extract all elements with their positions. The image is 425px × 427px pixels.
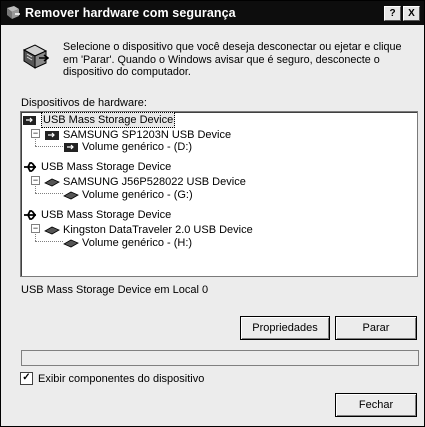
removable-drive-icon [63,239,79,248]
title-bar[interactable]: Remover hardware com segurança ? X [1,1,424,25]
tree-item-usb-device-2[interactable]: USB Mass Storage Device [22,160,171,174]
tree-item-usb-device-3[interactable]: USB Mass Storage Device [22,208,171,222]
collapse-icon[interactable]: − [31,176,40,185]
show-components-label: Exibir componentes do dispositivo [38,372,205,385]
collapse-icon[interactable]: − [31,224,40,233]
usb-icon [24,210,37,220]
hardware-devices-label: Dispositivos de hardware: [21,97,147,109]
window-title: Remover hardware com segurança [25,6,236,20]
usb-icon [24,162,37,172]
selected-device-status: USB Mass Storage Device em Local 0 [21,284,209,296]
progress-bar [21,350,419,366]
tree-item-usb-device-1[interactable]: USB Mass Storage Device [22,112,176,128]
usb-drive-icon [23,116,36,125]
show-components-option[interactable]: ✓ Exibir componentes do dispositivo [20,372,204,385]
removable-drive-icon [44,178,60,187]
disk-drive-icon [45,131,59,140]
tree-item-kingston-datatraveler[interactable]: Kingston DataTraveler 2.0 USB Device [44,223,253,237]
properties-button[interactable]: Propriedades [240,316,330,340]
removable-drive-icon [44,226,60,235]
collapse-icon[interactable]: − [31,129,40,138]
removable-drive-icon [63,191,79,200]
instructions-text: Selecione o dispositivo que você deseja … [63,41,402,78]
remove-hardware-icon [7,6,20,19]
close-window-button[interactable]: X [403,6,420,21]
tree-item-volume-g[interactable]: Volume genérico - (G:) [63,188,193,202]
tree-item-samsung-j56p528022[interactable]: SAMSUNG J56P528022 USB Device [44,175,246,189]
close-button[interactable]: Fechar [335,393,417,417]
tree-item-volume-d[interactable]: Volume genérico - (D:) [63,140,192,154]
remove-hardware-icon [22,44,49,69]
stop-button[interactable]: Parar [335,316,417,340]
device-tree[interactable]: − − − USB Mass Storage Device SAMSUNG SP… [20,111,418,277]
safely-remove-hardware-dialog: Remover hardware com segurança ? X Selec… [0,0,425,427]
help-button[interactable]: ? [384,6,401,21]
tree-item-volume-h[interactable]: Volume genérico - (H:) [63,236,192,250]
disk-drive-icon [64,143,78,152]
show-components-checkbox[interactable]: ✓ [20,372,33,385]
